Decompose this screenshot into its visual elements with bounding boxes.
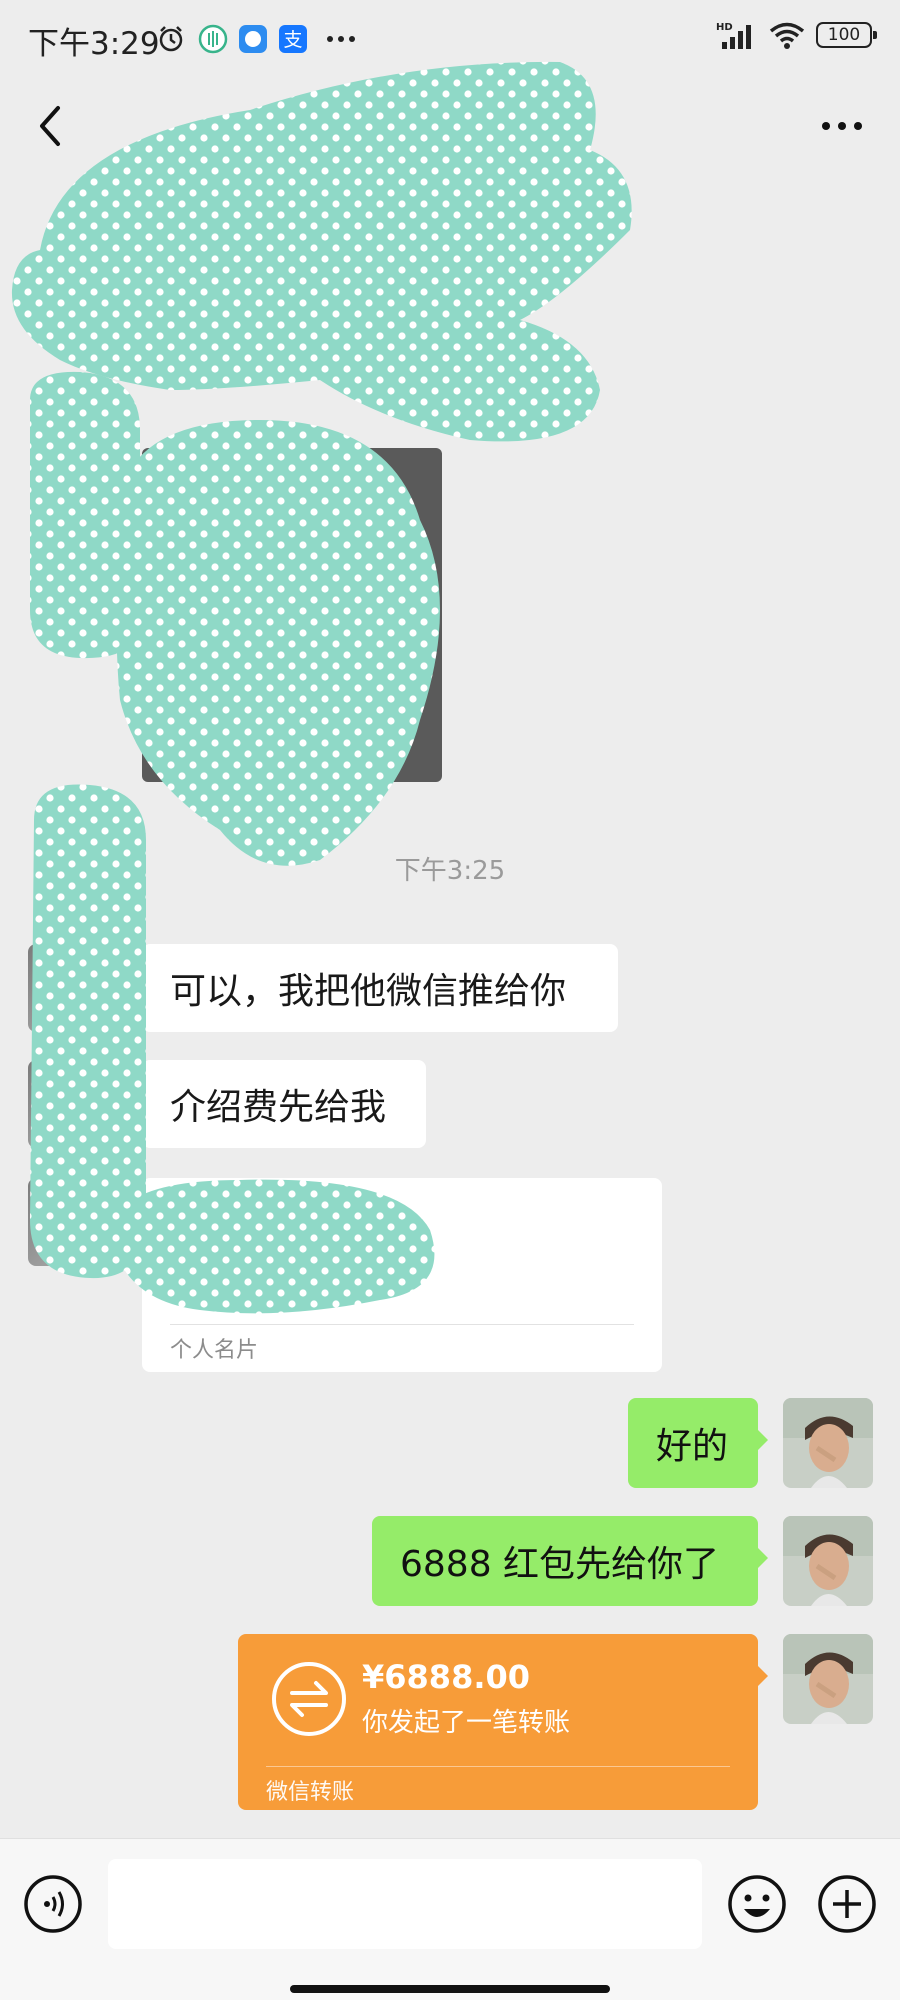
message-text: 可以，我把他微信推给你 <box>170 971 567 1012</box>
chat-header <box>0 80 900 172</box>
incoming-message[interactable]: 可以，我把他微信推给你 <box>132 944 618 1032</box>
user-photo-icon <box>783 1398 873 1488</box>
alarm-icon <box>159 26 183 52</box>
svg-text:支: 支 <box>283 29 302 51</box>
green-app-icon <box>198 24 228 54</box>
more-functions-button[interactable] <box>816 1873 878 1935</box>
my-avatar[interactable] <box>783 1516 873 1606</box>
wifi-icon <box>769 22 805 49</box>
transfer-description: 你发起了一笔转账 <box>362 1708 571 1738</box>
status-right: HD 100 <box>716 20 877 50</box>
outgoing-message[interactable]: 好的 <box>628 1398 768 1488</box>
transfer-amount: ¥6888.00 <box>362 1658 531 1696</box>
transfer-arrows-icon <box>272 1662 346 1736</box>
alipay-icon: 支 <box>279 25 307 53</box>
my-avatar[interactable] <box>783 1398 873 1488</box>
card-label: 个人名片 <box>170 1338 259 1363</box>
input-bar <box>0 1838 900 2000</box>
outgoing-message[interactable]: 6888 红包先给你了 <box>372 1516 768 1606</box>
contact-avatar[interactable] <box>28 1178 116 1266</box>
back-button[interactable] <box>28 98 78 154</box>
status-bar: 下午3:29 支 HD 100 <box>0 0 900 80</box>
transfer-label: 微信转账 <box>266 1780 355 1805</box>
incoming-message[interactable]: 介绍费先给我 <box>132 1060 426 1148</box>
svg-text:HD: HD <box>716 22 733 33</box>
contact-avatar[interactable] <box>28 1060 116 1148</box>
user-photo-icon <box>783 1634 873 1724</box>
message-text: 好的 <box>656 1426 729 1467</box>
message-text: 6888 红包先给你了 <box>400 1544 720 1585</box>
message-text: 介绍费先给我 <box>170 1087 387 1128</box>
hd-signal-icon: HD <box>716 22 751 49</box>
home-indicator[interactable] <box>290 1985 610 1993</box>
message-input[interactable] <box>108 1859 702 1949</box>
time-divider: 下午3:25 <box>394 856 506 886</box>
contact-avatar[interactable] <box>28 944 116 1032</box>
status-time: 下午3:29 <box>28 26 160 62</box>
card-divider <box>170 1324 634 1325</box>
blue-chat-app-icon <box>239 25 267 53</box>
battery-indicator: 100 <box>816 22 877 48</box>
voice-input-button[interactable] <box>22 1873 84 1935</box>
my-avatar[interactable] <box>783 1634 873 1724</box>
shared-image[interactable] <box>142 448 442 782</box>
emoji-button[interactable] <box>726 1873 788 1935</box>
user-photo-icon <box>783 1516 873 1606</box>
transfer-divider <box>266 1766 730 1767</box>
more-dots-icon <box>327 36 355 42</box>
contact-card-message[interactable]: 个人名片 <box>142 1178 662 1372</box>
transfer-message[interactable]: ¥6888.00 你发起了一笔转账 微信转账 <box>238 1634 768 1810</box>
more-options-button[interactable] <box>812 98 872 154</box>
